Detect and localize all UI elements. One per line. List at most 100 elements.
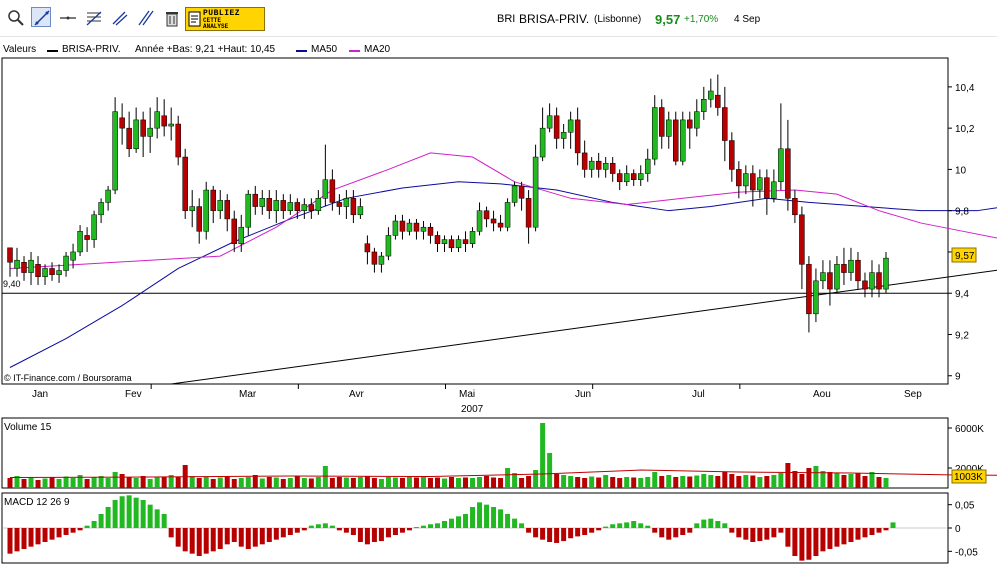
volume-bar xyxy=(357,477,363,488)
candle-body xyxy=(315,198,322,211)
macd-bar xyxy=(42,528,48,542)
macd-bar xyxy=(869,528,875,535)
macd-bar xyxy=(175,528,181,547)
candle-body xyxy=(848,259,854,273)
volume-bar xyxy=(764,476,770,488)
candle-body xyxy=(757,177,763,191)
x-tick-label: Mai xyxy=(459,389,475,400)
macd-bar xyxy=(617,523,623,528)
volume-bar xyxy=(722,472,728,488)
volume-bar xyxy=(322,466,328,488)
volume-bar xyxy=(561,475,567,488)
volume-tag: 1003K xyxy=(954,472,983,483)
candle-body xyxy=(98,202,104,216)
macd-bar xyxy=(764,528,770,540)
volume-bar xyxy=(568,476,574,488)
candle-body xyxy=(518,185,525,199)
candle-body xyxy=(126,127,132,150)
volume-bar xyxy=(245,477,251,488)
macd-bar xyxy=(834,528,840,547)
macd-bar xyxy=(350,528,356,535)
macd-bar xyxy=(512,518,518,528)
macd-bar xyxy=(477,502,483,528)
candle-body xyxy=(567,119,574,133)
candle-body xyxy=(105,189,111,203)
volume-bar xyxy=(434,477,440,488)
macd-bar xyxy=(883,528,889,531)
volume-bar xyxy=(673,477,679,488)
candle-body xyxy=(771,181,777,199)
candle-body xyxy=(476,210,483,232)
volume-bar xyxy=(806,468,812,488)
volume-bar xyxy=(659,476,665,488)
volume-bar xyxy=(498,478,504,488)
x-tick-label: Aou xyxy=(813,389,831,400)
volume-bar xyxy=(708,475,714,488)
candle-body xyxy=(497,222,504,228)
macd-bar xyxy=(385,528,391,538)
volume-bar xyxy=(456,478,462,488)
macd-bar xyxy=(505,514,511,528)
candle-body xyxy=(301,204,308,211)
macd-bar xyxy=(294,528,300,533)
x-tick-label: Jun xyxy=(575,389,591,400)
candle-body xyxy=(175,123,181,158)
y-tick-label: 9,4 xyxy=(955,289,969,300)
macd-bar xyxy=(526,528,532,533)
candle-body xyxy=(455,239,462,249)
candle-body xyxy=(820,272,826,282)
macd-bar xyxy=(827,528,833,549)
macd-bar xyxy=(84,525,90,528)
volume-bar xyxy=(477,477,483,488)
macd-bar xyxy=(315,524,321,528)
macd-bar xyxy=(140,500,146,528)
candle-body xyxy=(203,189,209,232)
candle-body xyxy=(701,99,707,112)
candle-body xyxy=(609,162,616,174)
candle-body xyxy=(651,107,658,160)
macd-bar xyxy=(392,528,398,535)
candle-body xyxy=(462,239,469,244)
candle-body xyxy=(217,200,223,211)
volume-bar xyxy=(484,476,490,488)
macd-bar xyxy=(820,528,826,552)
candle-body xyxy=(806,264,812,315)
macd-tick-label: 0,05 xyxy=(955,501,975,512)
candle-body xyxy=(666,119,672,137)
macd-bar xyxy=(35,528,41,545)
volume-bar xyxy=(554,474,560,488)
volume-bar xyxy=(231,479,237,488)
candle-body xyxy=(644,158,651,174)
x-tick-label: Jan xyxy=(32,389,48,400)
macd-bar xyxy=(645,525,651,528)
candle-body xyxy=(49,268,55,275)
macd-bar xyxy=(736,528,742,538)
volume-bar xyxy=(463,477,469,488)
macd-bar xyxy=(603,526,609,528)
candle-body xyxy=(469,231,476,244)
volume-bar xyxy=(175,477,181,488)
volume-bar xyxy=(266,477,272,488)
volume-bar xyxy=(883,477,889,488)
candle-body xyxy=(84,235,90,240)
candle-body xyxy=(883,257,889,290)
y-tick-label: 10 xyxy=(955,165,967,176)
volume-bar xyxy=(238,478,244,488)
candle-body xyxy=(637,173,644,180)
candle-body xyxy=(525,198,532,228)
candle-body xyxy=(434,235,441,244)
volume-bar xyxy=(420,477,426,488)
volume-bar xyxy=(547,453,553,488)
volume-bar xyxy=(624,477,630,488)
macd-bar xyxy=(715,521,721,528)
macd-label: MACD 12 26 9 xyxy=(4,497,70,508)
macd-bar xyxy=(56,528,62,538)
macd-bar xyxy=(890,522,896,528)
volume-bar xyxy=(645,477,651,488)
trend-line xyxy=(171,269,997,385)
volume-bar xyxy=(364,476,370,488)
macd-bar xyxy=(28,528,34,547)
macd-bar xyxy=(771,528,777,538)
macd-bar xyxy=(491,507,497,528)
macd-bar xyxy=(357,528,363,542)
